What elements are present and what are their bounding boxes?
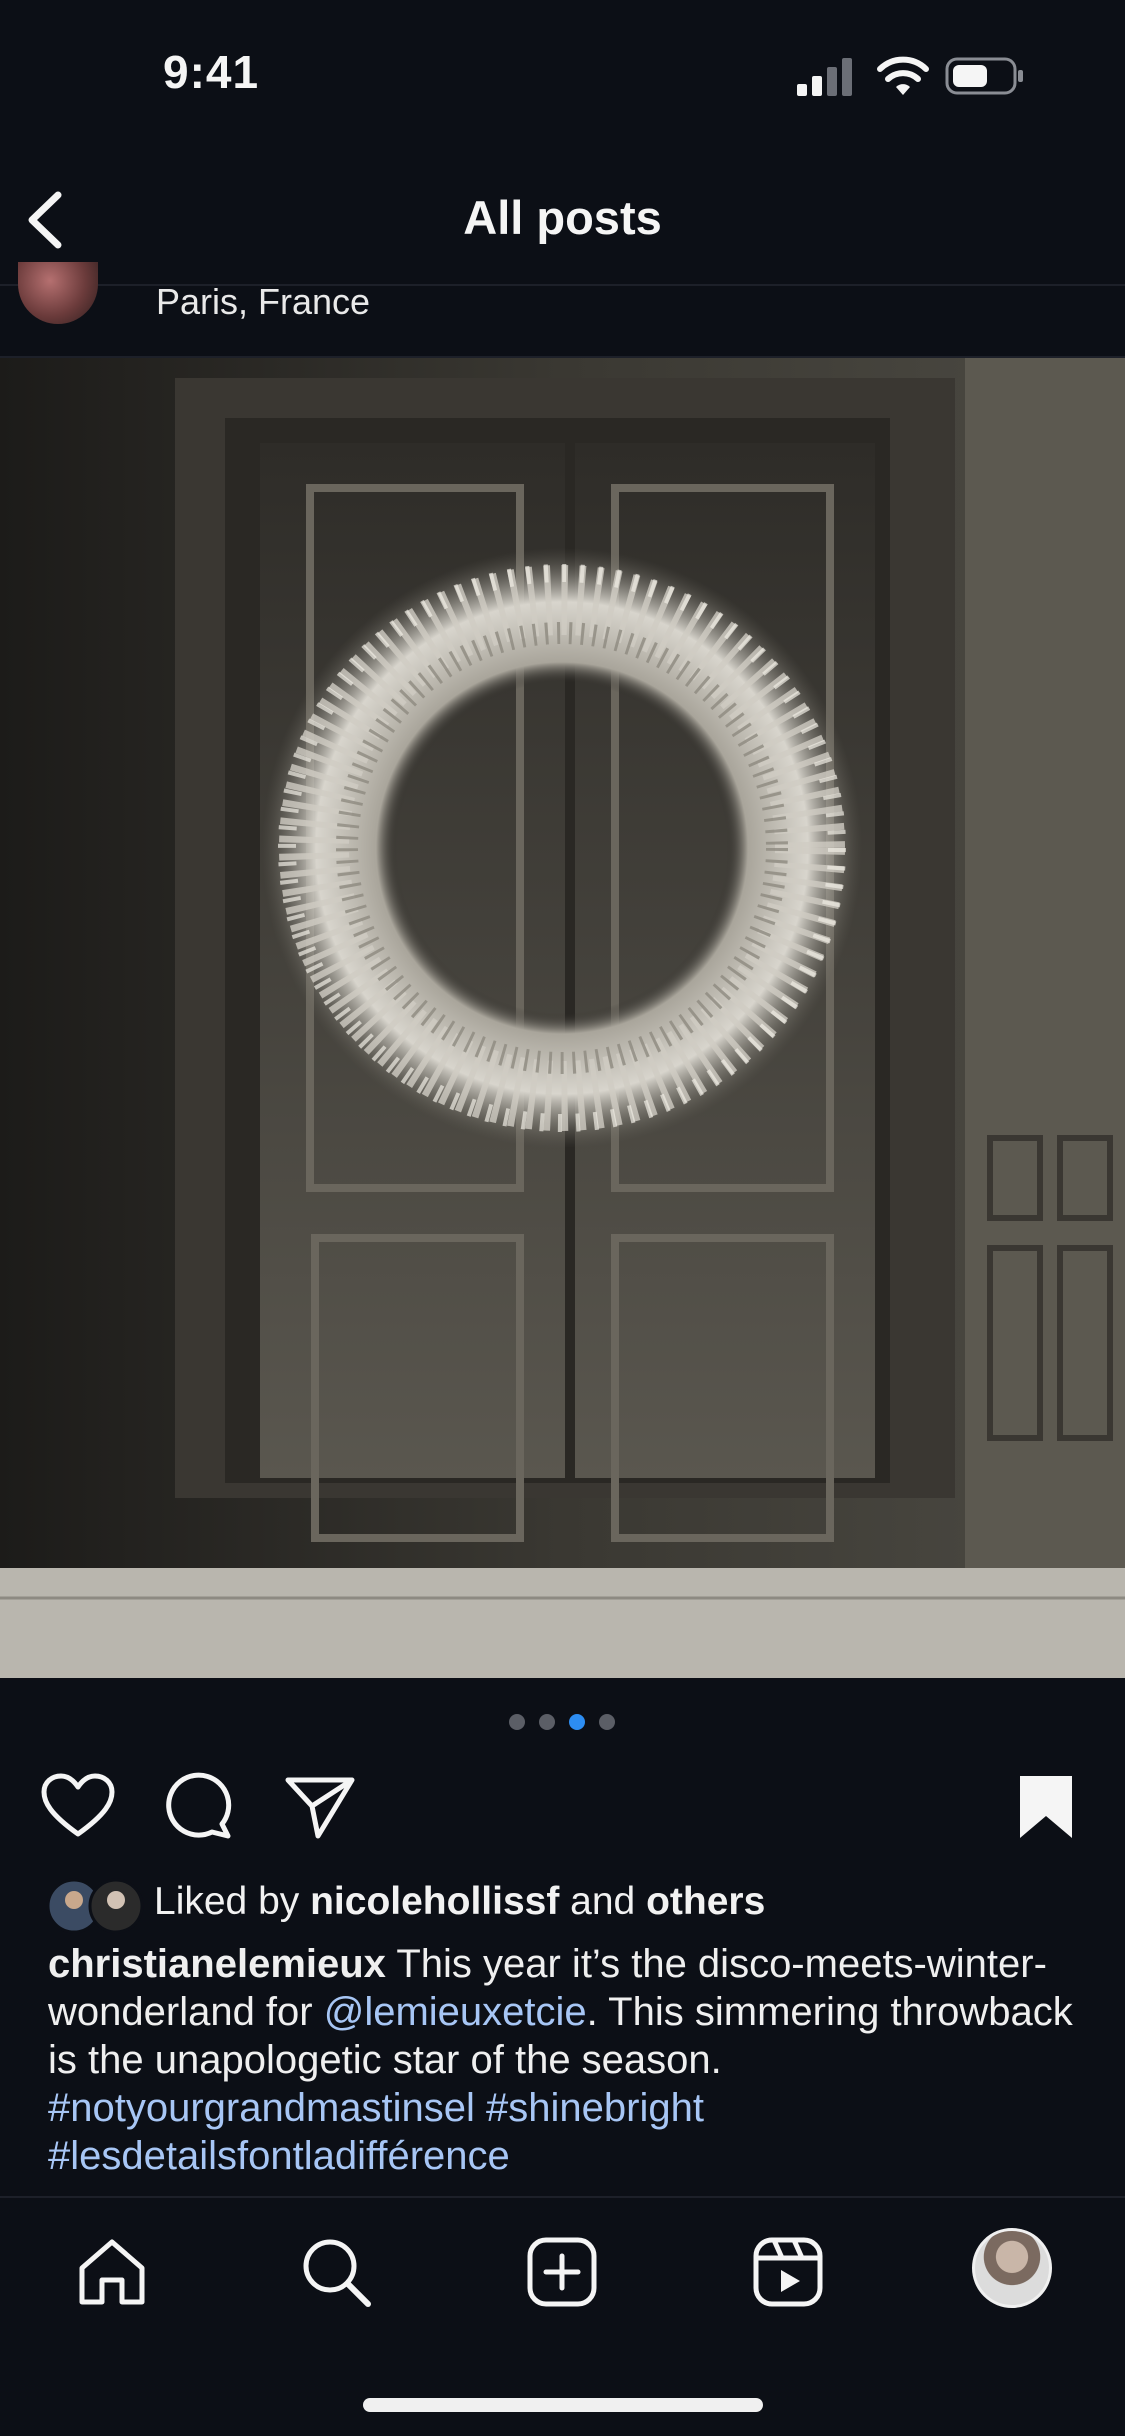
send-icon[interactable] — [282, 1772, 358, 1842]
carousel-dot — [599, 1714, 615, 1730]
search-icon[interactable] — [300, 2236, 372, 2308]
liked-by-prefix: Liked by — [154, 1880, 300, 1923]
comment-icon[interactable] — [160, 1772, 236, 1842]
caption-hashtag[interactable]: #lesdetailsfontladifférence — [48, 2134, 510, 2178]
caption-mention[interactable]: @lemieuxetcie — [324, 1990, 587, 2034]
heart-icon[interactable] — [40, 1772, 116, 1842]
caption-hashtag[interactable]: #shinebright — [486, 2086, 704, 2130]
home-icon[interactable] — [76, 2236, 148, 2308]
create-icon[interactable] — [526, 2236, 598, 2308]
post-location[interactable]: Paris, France — [156, 281, 370, 323]
caption-hashtag[interactable]: #notyourgrandmastinsel — [48, 2086, 475, 2130]
carousel-dot — [539, 1714, 555, 1730]
wreath-door-photo — [0, 358, 1125, 1678]
liker-avatars[interactable] — [46, 1878, 146, 1934]
tab-bar-divider — [0, 2196, 1125, 2198]
carousel-dot-active — [569, 1714, 585, 1730]
status-time: 9:41 — [163, 46, 260, 98]
battery-icon — [945, 57, 1023, 95]
reels-icon[interactable] — [752, 2236, 824, 2308]
post-image[interactable] — [0, 358, 1125, 1678]
caption-username[interactable]: christianelemieux — [48, 1942, 386, 1986]
post-author-avatar[interactable] — [18, 262, 98, 324]
cellular-signal-icon — [797, 58, 852, 96]
liked-by-text[interactable]: Liked by nicolehollissf and others — [154, 1880, 765, 1924]
wifi-icon — [877, 56, 929, 95]
page-title: All posts — [463, 191, 662, 244]
home-indicator[interactable] — [363, 2398, 763, 2412]
post-caption: christianelemieux This year it’s the dis… — [48, 1940, 1088, 2180]
liked-by-others[interactable]: others — [646, 1880, 765, 1923]
liked-by-conjunction: and — [570, 1880, 636, 1923]
carousel-dot — [509, 1714, 525, 1730]
bookmark-icon[interactable] — [1008, 1772, 1084, 1842]
liked-by-user[interactable]: nicolehollissf — [310, 1880, 559, 1923]
profile-avatar[interactable] — [972, 2228, 1052, 2308]
